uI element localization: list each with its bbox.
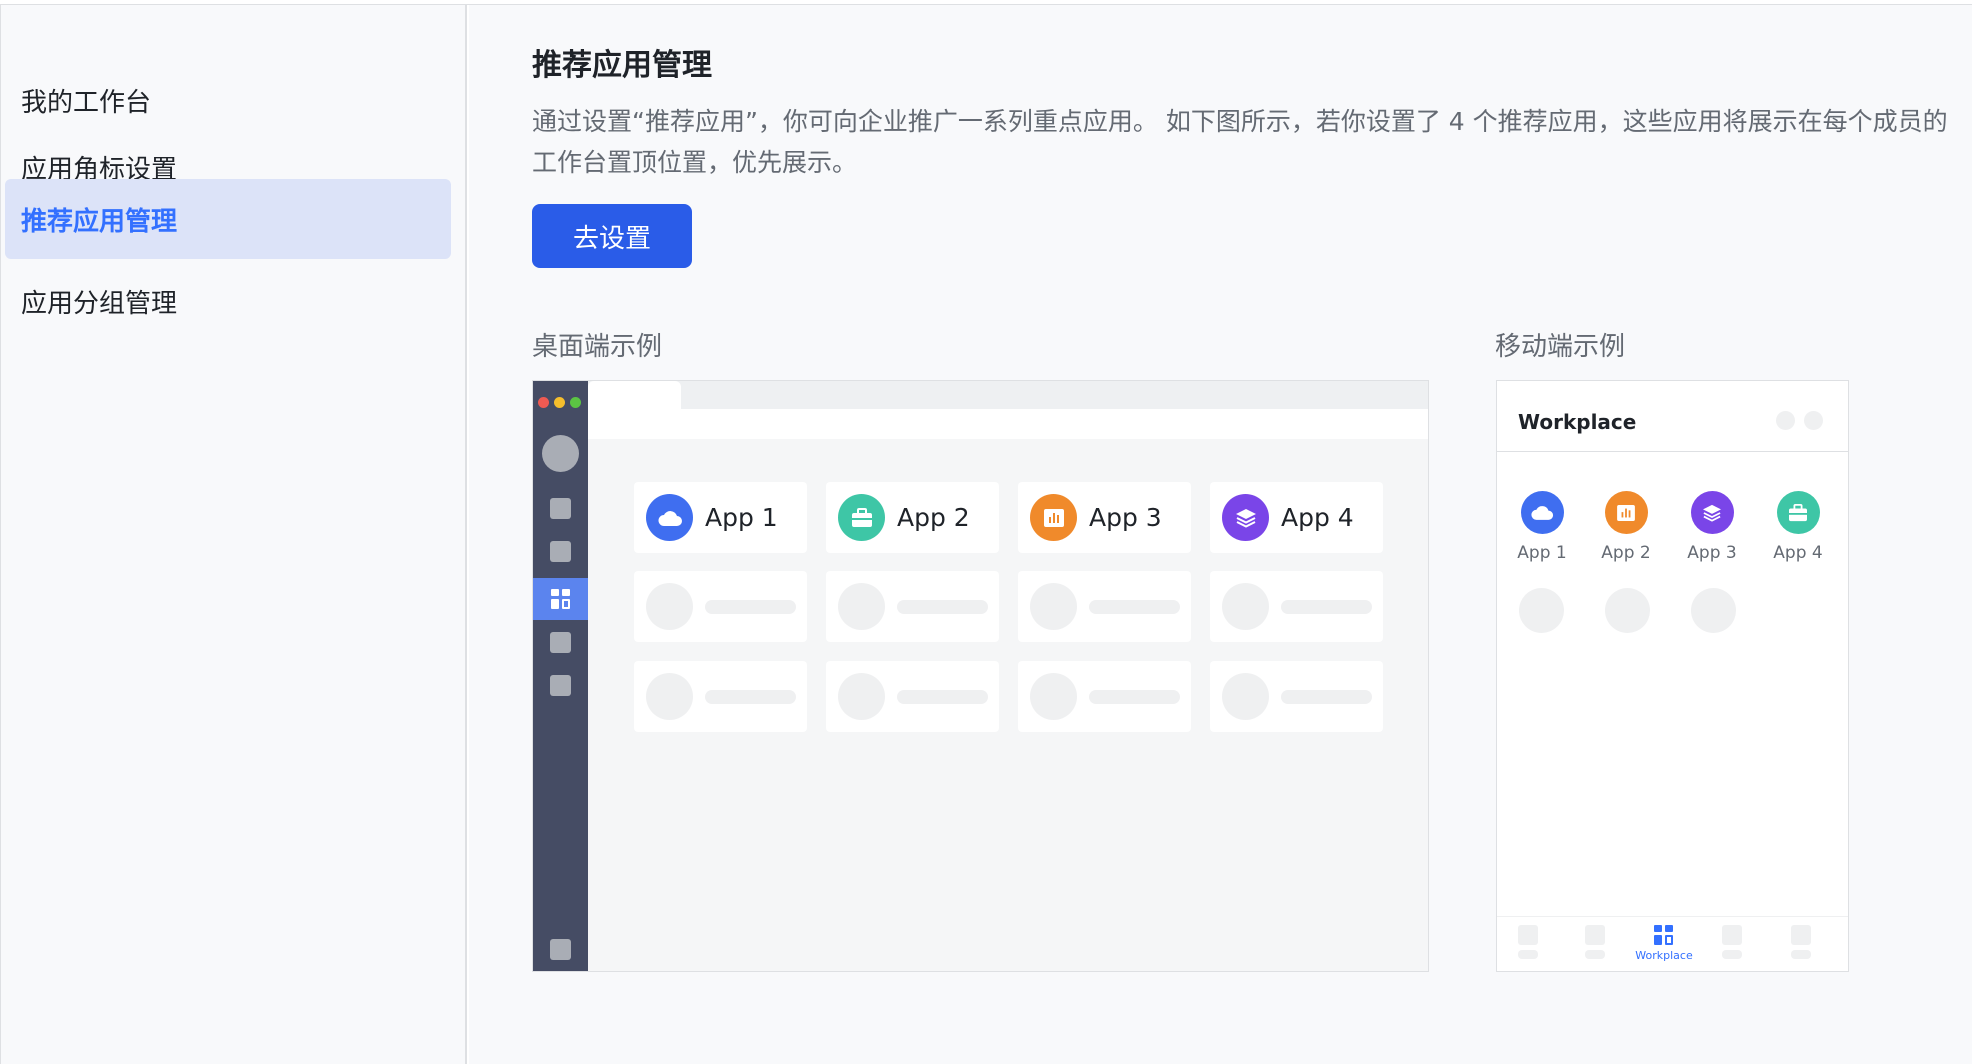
cloud-icon — [646, 494, 693, 541]
placeholder-app — [1519, 588, 1564, 633]
app-label: App 4 — [1773, 543, 1823, 563]
avatar — [542, 435, 579, 472]
sidebar: 我的工作台 应用角标设置 推荐应用管理 应用分组管理 — [1, 5, 467, 1064]
layers-icon — [1690, 491, 1734, 534]
more-dot-icon — [1776, 411, 1795, 430]
placeholder-app — [1605, 588, 1650, 633]
placeholder-card — [826, 661, 999, 732]
minimize-dot-icon — [554, 397, 565, 408]
placeholder-card — [634, 571, 807, 642]
main-content: 推荐应用管理 通过设置“推荐应用”，你可向企业推广一系列重点应用。 如下图所示，… — [469, 5, 1972, 1064]
mobile-app-item: App 2 — [1591, 491, 1661, 563]
sidebar-item-recommended-apps[interactable]: 推荐应用管理 — [5, 179, 451, 259]
desktop-app-card: App 3 — [1018, 482, 1191, 553]
workplace-grid-icon — [1654, 925, 1674, 945]
placeholder-app — [1691, 588, 1736, 633]
placeholder-card — [1018, 571, 1191, 642]
desktop-toolbar — [588, 409, 1428, 439]
page-description: 通过设置“推荐应用”，你可向企业推广一系列重点应用。 如下图所示，若你设置了 4… — [532, 107, 1948, 177]
desktop-example-label: 桌面端示例 — [532, 332, 663, 362]
mobile-tab-bar: Workplace — [1497, 916, 1848, 971]
page-title: 推荐应用管理 — [532, 48, 712, 83]
go-settings-button[interactable]: 去设置 — [532, 204, 692, 268]
mobile-tab — [1565, 925, 1625, 959]
rail-item-icon — [550, 675, 571, 696]
app-label: App 4 — [1281, 503, 1354, 532]
rail-settings-icon — [550, 939, 571, 960]
app-label: App 3 — [1089, 503, 1162, 532]
chart-icon — [1604, 491, 1648, 534]
cloud-icon — [1520, 491, 1564, 534]
rail-workplace-active — [533, 578, 588, 620]
rail-item-icon — [550, 498, 571, 519]
mobile-example-label: 移动端示例 — [1495, 332, 1626, 362]
desktop-tab-bar — [588, 381, 1428, 409]
app-label: App 3 — [1687, 543, 1737, 563]
mobile-tab — [1771, 925, 1831, 959]
app-label: App 2 — [897, 503, 970, 532]
placeholder-card — [826, 571, 999, 642]
placeholder-card — [1210, 571, 1383, 642]
mobile-title: Workplace — [1518, 410, 1637, 434]
close-dot-icon — [1804, 411, 1823, 430]
desktop-preview: App 1 App 2 App 3 App 4 — [532, 380, 1429, 972]
app-label: App 1 — [705, 503, 778, 532]
placeholder-card — [1018, 661, 1191, 732]
mobile-tab — [1498, 925, 1558, 959]
desktop-app-card: App 1 — [634, 482, 807, 553]
close-dot-icon — [538, 397, 549, 408]
app-label: App 1 — [1517, 543, 1567, 563]
briefcase-icon — [1776, 491, 1820, 534]
layers-icon — [1222, 494, 1269, 541]
placeholder-card — [1210, 661, 1383, 732]
briefcase-icon — [838, 494, 885, 541]
desktop-app-card: App 4 — [1210, 482, 1383, 553]
mobile-tab-workplace: Workplace — [1634, 925, 1694, 962]
mobile-tab — [1702, 925, 1762, 959]
workplace-grid-icon — [550, 589, 571, 609]
mobile-app-item: App 4 — [1763, 491, 1833, 563]
rail-item-icon — [550, 541, 571, 562]
tab-label: Workplace — [1635, 949, 1693, 962]
chart-icon — [1030, 494, 1077, 541]
mobile-app-item: App 1 — [1507, 491, 1577, 563]
rail-item-icon — [550, 632, 571, 653]
maximize-dot-icon — [570, 397, 581, 408]
sidebar-item-app-groups[interactable]: 应用分组管理 — [5, 261, 451, 341]
mobile-preview: Workplace App 1 App 2 App 3 App 4 Workpl… — [1496, 380, 1849, 972]
desktop-side-rail — [533, 381, 588, 971]
mobile-app-item: App 3 — [1677, 491, 1747, 563]
divider — [1497, 451, 1848, 452]
desktop-tab — [588, 381, 681, 411]
desktop-app-card: App 2 — [826, 482, 999, 553]
app-label: App 2 — [1601, 543, 1651, 563]
placeholder-card — [634, 661, 807, 732]
